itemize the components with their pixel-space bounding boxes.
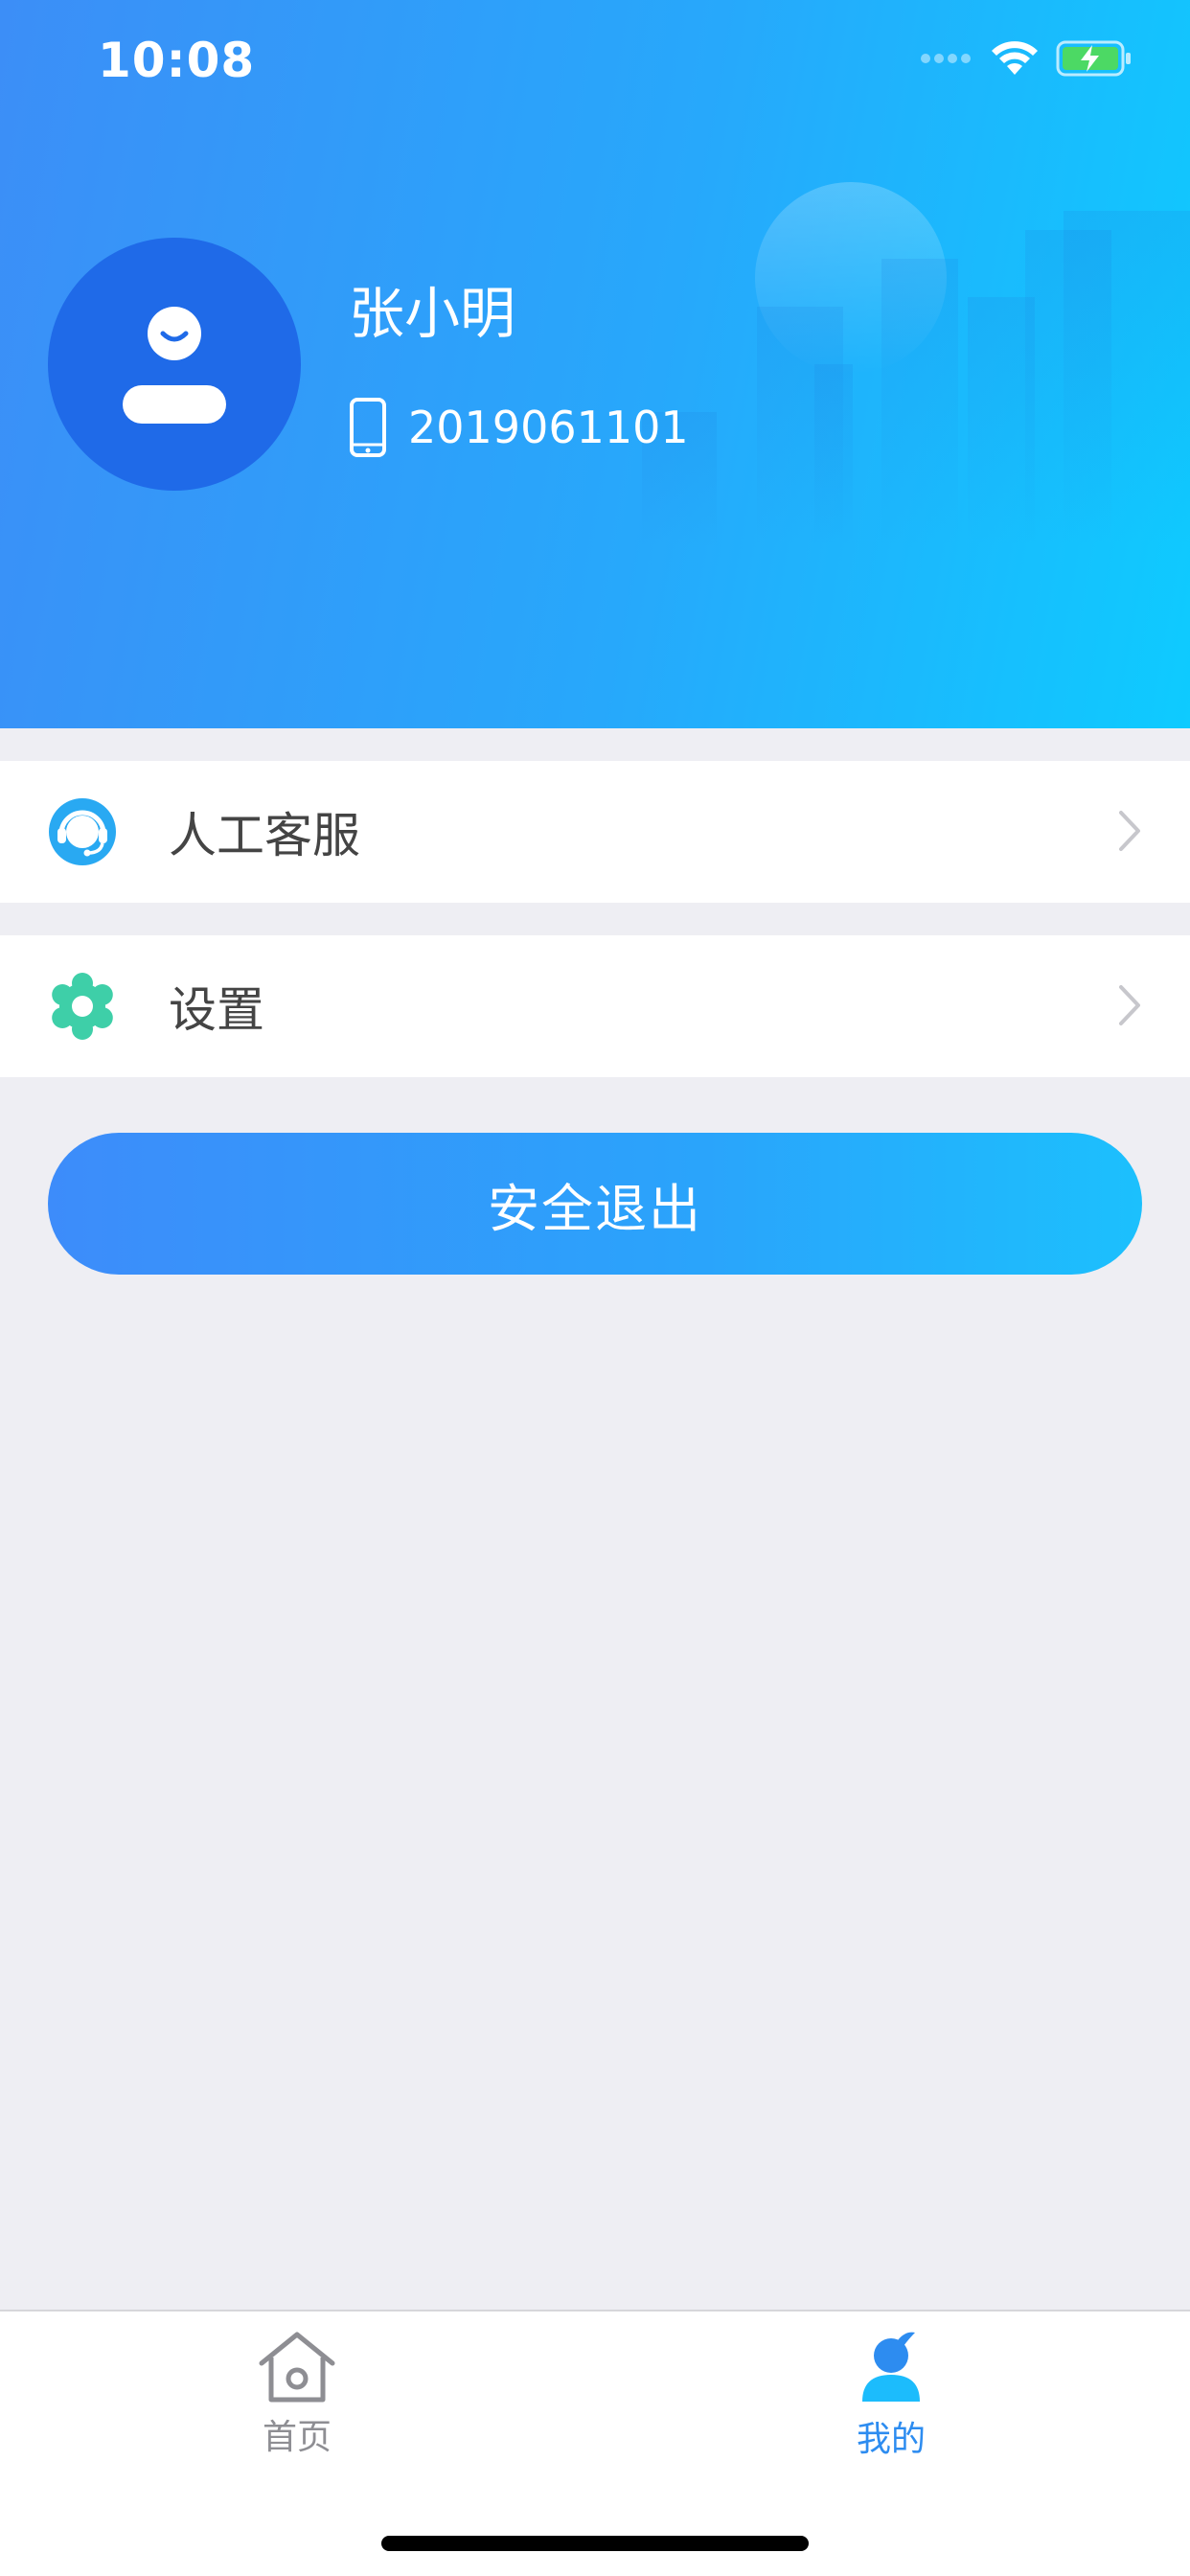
home-indicator [381,2536,809,2551]
profile-header: 10:08 张小明 2019061101 [0,0,1190,728]
user-name: 张小明 [349,281,516,346]
phone-number: 2019061101 [408,402,689,453]
chevron-right-icon [1119,985,1140,1025]
mobile-phone-icon [350,398,386,457]
status-icons [920,40,1133,77]
menu-label-customer-service: 人工客服 [169,808,360,863]
phone-row: 2019061101 [349,397,689,458]
gear-icon [52,973,113,1040]
avatar[interactable] [48,238,301,491]
chevron-right-icon [1119,811,1140,851]
profile-screen: 10:08 张小明 2019061101 人工客服 设置 安全退出 首页 我的 [0,0,1190,2576]
signal-icon [921,54,971,63]
battery-charging-icon [1056,40,1131,77]
tab-label-home: 首页 [262,2418,332,2457]
headset-icon [49,798,116,865]
wifi-icon [992,41,1038,75]
status-time: 10:08 [98,33,256,88]
tab-home[interactable]: 首页 [201,2331,393,2459]
tab-mine[interactable]: 我的 [795,2331,987,2461]
menu-item-settings[interactable]: 设置 [0,935,1190,1077]
menu-item-customer-service[interactable]: 人工客服 [0,761,1190,903]
user-avatar-icon [123,307,226,424]
logout-button[interactable]: 安全退出 [48,1133,1142,1275]
menu-label-settings: 设置 [169,982,264,1038]
person-icon [862,2332,920,2402]
home-icon [259,2332,335,2403]
tab-label-mine: 我的 [856,2420,926,2459]
